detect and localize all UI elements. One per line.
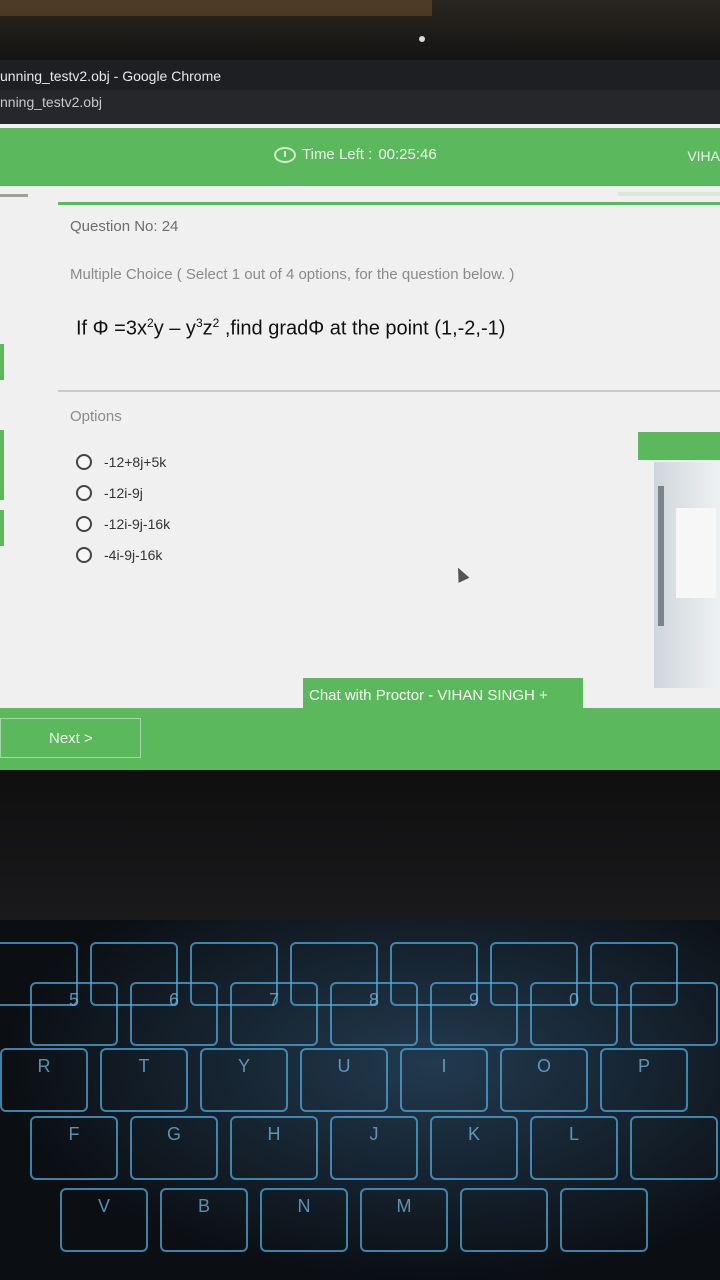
- option-label: -4i-9j-16k: [104, 547, 163, 563]
- exam-page: Time Left : 00:25:46 VIHA Question No: 2…: [0, 124, 720, 770]
- next-button[interactable]: Next >: [0, 718, 141, 758]
- key-b: B: [160, 1188, 248, 1252]
- key-g: G: [130, 1116, 218, 1180]
- time-left-label: Time Left :: [302, 146, 373, 163]
- key-9: 9: [430, 982, 518, 1046]
- radio-button[interactable]: [76, 516, 92, 532]
- webcam-dot: [419, 36, 425, 42]
- key-v: V: [60, 1188, 148, 1252]
- left-divider: [0, 194, 28, 197]
- option-1[interactable]: -12+8j+5k: [76, 454, 166, 470]
- question-top-border: [58, 202, 720, 205]
- key-j: J: [330, 1116, 418, 1180]
- bezel-strip: [0, 0, 432, 16]
- question-divider: [58, 390, 720, 392]
- key-k: K: [430, 1116, 518, 1180]
- key-p: P: [600, 1048, 688, 1112]
- key-y: Y: [200, 1048, 288, 1112]
- keyboard-row: 5 6 7 8 9 0: [30, 982, 720, 1046]
- proctor-panel-header[interactable]: [638, 432, 720, 460]
- key-8: 8: [330, 982, 418, 1046]
- key-i: I: [400, 1048, 488, 1112]
- tab-bar: nning_testv2.obj: [0, 90, 720, 124]
- window-title: unning_testv2.obj - Google Chrome: [0, 68, 222, 84]
- question-type: Multiple Choice ( Select 1 out of 4 opti…: [70, 266, 515, 283]
- key-o: O: [500, 1048, 588, 1112]
- key-t: T: [100, 1048, 188, 1112]
- chat-with-proctor-button[interactable]: Chat with Proctor - VIHAN SINGH +: [303, 678, 583, 712]
- backlit-keyboard: 5 6 7 8 9 0 R T Y U I O P F G H J K L V …: [0, 920, 720, 1280]
- radio-button[interactable]: [76, 485, 92, 501]
- clock-icon: [274, 146, 296, 163]
- key-h: H: [230, 1116, 318, 1180]
- time-left-value: 00:25:46: [378, 146, 437, 163]
- keyboard-row: F G H J K L: [30, 1116, 720, 1180]
- key-6: 6: [130, 982, 218, 1046]
- laptop-bezel: [0, 0, 720, 60]
- key-f: F: [30, 1116, 118, 1180]
- key: [460, 1188, 548, 1252]
- exam-footer: Next >: [0, 708, 720, 770]
- key-n: N: [260, 1188, 348, 1252]
- key-u: U: [300, 1048, 388, 1112]
- key-l: L: [530, 1116, 618, 1180]
- key-7: 7: [230, 982, 318, 1046]
- option-4[interactable]: -4i-9j-16k: [76, 547, 162, 563]
- window-titlebar: unning_testv2.obj - Google Chrome: [0, 60, 720, 90]
- webcam-preview: [654, 462, 720, 688]
- radio-button[interactable]: [76, 547, 92, 563]
- key: [630, 982, 718, 1046]
- exam-header: Time Left : 00:25:46 VIHA: [0, 128, 720, 186]
- option-label: -12i-9j: [104, 485, 143, 501]
- key: [630, 1116, 718, 1180]
- side-nav-marker[interactable]: [0, 344, 4, 380]
- timer: Time Left : 00:25:46: [274, 146, 437, 163]
- question-number: Question No: 24: [70, 218, 179, 235]
- key: [560, 1188, 648, 1252]
- option-label: -12i-9j-16k: [104, 516, 171, 532]
- side-nav-marker[interactable]: [0, 510, 4, 546]
- keyboard-row: R T Y U I O P: [0, 1048, 720, 1112]
- key-0: 0: [530, 982, 618, 1046]
- tab-title[interactable]: nning_testv2.obj: [0, 94, 102, 110]
- options-heading: Options: [70, 408, 122, 425]
- option-label: -12+8j+5k: [104, 454, 167, 470]
- side-nav-marker[interactable]: [0, 430, 4, 500]
- key-m: M: [360, 1188, 448, 1252]
- question-text: If Φ =3x2y – y3z2 ,find gradΦ at the poi…: [76, 316, 506, 340]
- key-5: 5: [30, 982, 118, 1046]
- radio-button[interactable]: [76, 454, 92, 470]
- keyboard-row: V B N M: [60, 1188, 720, 1252]
- key-r: R: [0, 1048, 88, 1112]
- user-name-truncated: VIHA: [687, 148, 720, 164]
- option-2[interactable]: -12i-9j: [76, 485, 143, 501]
- header-accent-right: [618, 192, 720, 196]
- mouse-cursor-icon: [452, 565, 470, 583]
- option-3[interactable]: -12i-9j-16k: [76, 516, 170, 532]
